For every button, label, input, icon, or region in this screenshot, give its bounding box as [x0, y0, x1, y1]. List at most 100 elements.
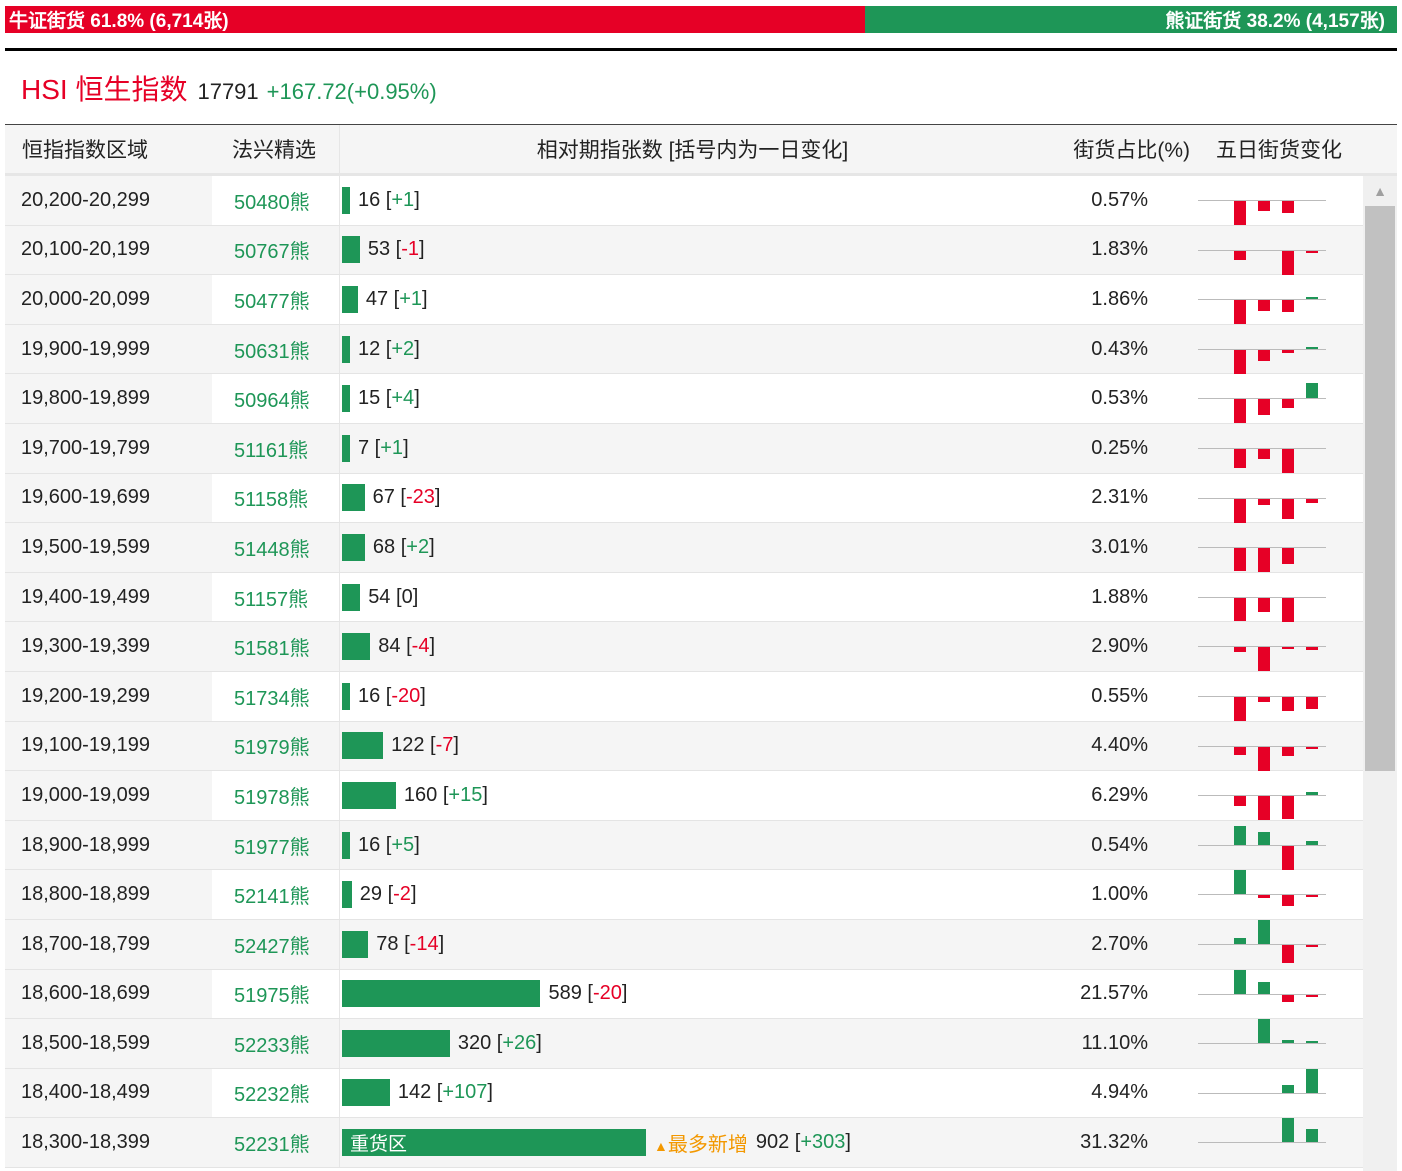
five-day-bar — [1258, 831, 1270, 845]
pct-cell: 1.00% — [1045, 870, 1148, 919]
count-delta: 0 — [401, 585, 413, 608]
bull-segment: 牛证街货 61.8% (6,714张) — [5, 6, 866, 33]
table-row[interactable]: 20,000-20,099 50477熊 47 [+1] 1.86% — [5, 275, 1363, 325]
five-day-chart-cell — [1148, 225, 1363, 275]
table-row[interactable]: 18,900-18,999 51977熊 16 [+5] 0.54% — [5, 820, 1363, 871]
pick-link[interactable]: 51978熊 — [212, 771, 340, 820]
range-cell: 19,100-19,199 — [5, 721, 212, 771]
count-value: 160 — [403, 783, 438, 806]
pct-cell: 21.57% — [1045, 969, 1148, 1019]
five-day-bar — [1306, 250, 1318, 253]
count-delta: +1 — [399, 287, 423, 310]
count-delta: -7 — [435, 734, 454, 757]
pick-link[interactable]: 50480熊 — [212, 176, 340, 225]
five-day-bar — [1282, 1040, 1294, 1044]
table-row[interactable]: 19,500-19,599 51448熊 68 [+2] 3.01% — [5, 523, 1363, 573]
pick-link[interactable]: 51977熊 — [212, 820, 340, 870]
count-value: 320 — [457, 1031, 492, 1054]
table-row[interactable]: 19,100-19,199 51979熊 122 [-7] 4.40% — [5, 721, 1363, 772]
five-day-mini-chart — [1198, 474, 1326, 523]
header-range: 恒指指数区域 — [22, 139, 148, 162]
count-bar — [342, 533, 365, 561]
five-day-bar — [1306, 498, 1318, 504]
table-row[interactable]: 19,600-19,699 51158熊 67 [-23] 2.31% — [5, 473, 1363, 524]
five-day-mini-chart — [1198, 325, 1326, 374]
five-day-chart-cell — [1148, 324, 1363, 374]
pick-link[interactable]: 51581熊 — [212, 622, 340, 671]
count-bar — [342, 186, 350, 214]
pick-link[interactable]: 50631熊 — [212, 324, 340, 374]
five-day-bar — [1282, 201, 1294, 213]
table-row[interactable]: 19,400-19,499 51157熊 54 [0] 1.88% — [5, 572, 1363, 623]
five-day-chart-cell — [1148, 870, 1363, 919]
five-day-bar — [1306, 895, 1318, 898]
five-day-bar — [1282, 845, 1294, 870]
pick-link[interactable]: 51979熊 — [212, 721, 340, 771]
count-delta: +303 — [800, 1131, 846, 1154]
count-value: 68 — [372, 535, 396, 558]
count-delta: -14 — [409, 932, 439, 955]
table-row[interactable]: 19,000-19,099 51978熊 160 [+15] 6.29% — [5, 771, 1363, 821]
table-row[interactable]: 18,400-18,499 52232熊 142 [+107] 4.94% — [5, 1068, 1363, 1119]
table-row[interactable]: 19,800-19,899 50964熊 15 [+4] 0.53% — [5, 374, 1363, 424]
five-day-bar — [1258, 796, 1270, 821]
range-cell: 18,500-18,599 — [5, 1019, 212, 1068]
table-row[interactable]: 18,800-18,899 52141熊 29 [-2] 1.00% — [5, 870, 1363, 920]
pick-link[interactable]: 51157熊 — [212, 572, 340, 622]
count-cell: 16 [+5] — [340, 820, 1045, 870]
count-text: 16 [-20] — [358, 684, 426, 707]
table-row[interactable]: 19,900-19,999 50631熊 12 [+2] 0.43% — [5, 324, 1363, 375]
pick-link[interactable]: 52427熊 — [212, 919, 340, 969]
five-day-bar — [1306, 1129, 1318, 1143]
table-row[interactable]: 18,500-18,599 52233熊 320 [+26] 11.10% — [5, 1019, 1363, 1069]
pick-link[interactable]: 52233熊 — [212, 1019, 340, 1068]
count-cell: 142 [+107] — [340, 1068, 1045, 1118]
count-text: 47 [+1] — [365, 287, 428, 310]
table-row[interactable]: 19,300-19,399 51581熊 84 [-4] 2.90% — [5, 622, 1363, 672]
scroll-up-icon[interactable]: ▲ — [1363, 176, 1397, 206]
scrollbar[interactable]: ▲ — [1363, 176, 1397, 1171]
pick-link[interactable]: 52232熊 — [212, 1068, 340, 1118]
five-day-mini-chart — [1198, 374, 1326, 424]
count-text: 68 [+2] — [372, 535, 435, 558]
count-value: 53 — [367, 238, 391, 261]
count-text: 142 [+107] — [397, 1081, 493, 1104]
count-value: 47 — [365, 287, 389, 310]
table-row[interactable]: 18,600-18,699 51975熊 589 [-20] 21.57% — [5, 969, 1363, 1020]
count-value: 7 — [358, 436, 370, 459]
pick-link[interactable]: 52231熊 — [212, 1118, 340, 1167]
pick-link[interactable]: 51158熊 — [212, 473, 340, 523]
table-row[interactable]: 20,200-20,299 50480熊 16 [+1] 0.57% — [5, 176, 1363, 226]
count-delta: +1 — [391, 188, 415, 211]
scrollbar-thumb[interactable] — [1365, 206, 1395, 771]
pick-link[interactable]: 51975熊 — [212, 969, 340, 1019]
count-bar — [342, 682, 350, 710]
table-row[interactable]: 18,300-18,399 52231熊 重货区 ▲最多新增 902 [+303]… — [5, 1118, 1363, 1168]
pick-link[interactable]: 51161熊 — [212, 423, 340, 473]
table-row[interactable]: 19,200-19,299 51734熊 16 [-20] 0.55% — [5, 671, 1363, 722]
pick-link[interactable]: 51734熊 — [212, 671, 340, 721]
five-day-chart-cell — [1148, 622, 1363, 672]
table-row[interactable]: 19,700-19,799 51161熊 7 [+1] 0.25% — [5, 423, 1363, 474]
pick-link[interactable]: 52141熊 — [212, 870, 340, 919]
table-row[interactable]: 18,700-18,799 52427熊 78 [-14] 2.70% — [5, 919, 1363, 970]
count-value: 29 — [359, 883, 383, 906]
pct-cell: 0.25% — [1045, 423, 1148, 473]
pick-link[interactable]: 50964熊 — [212, 374, 340, 423]
pick-link[interactable]: 50767熊 — [212, 225, 340, 275]
count-value: 122 — [391, 734, 425, 757]
five-day-mini-chart — [1198, 1068, 1326, 1118]
chart-axis — [1198, 1092, 1326, 1094]
bull-bear-ratio-bar: 牛证街货 61.8% (6,714张) 熊证街货 38.2% (4,157张) — [5, 6, 1397, 33]
count-bar — [342, 881, 352, 909]
five-day-bar — [1234, 250, 1246, 261]
pick-link[interactable]: 51448熊 — [212, 523, 340, 572]
five-day-chart-cell — [1148, 820, 1363, 870]
table-row[interactable]: 20,100-20,199 50767熊 53 [-1] 1.83% — [5, 225, 1363, 276]
five-day-mini-chart — [1198, 771, 1326, 821]
header-five-day: 五日街货变化 — [1216, 139, 1342, 162]
index-name[interactable]: HSI 恒生指数 — [21, 68, 187, 108]
five-day-bar — [1306, 944, 1318, 947]
five-day-bar — [1234, 448, 1246, 469]
pick-link[interactable]: 50477熊 — [212, 275, 340, 324]
